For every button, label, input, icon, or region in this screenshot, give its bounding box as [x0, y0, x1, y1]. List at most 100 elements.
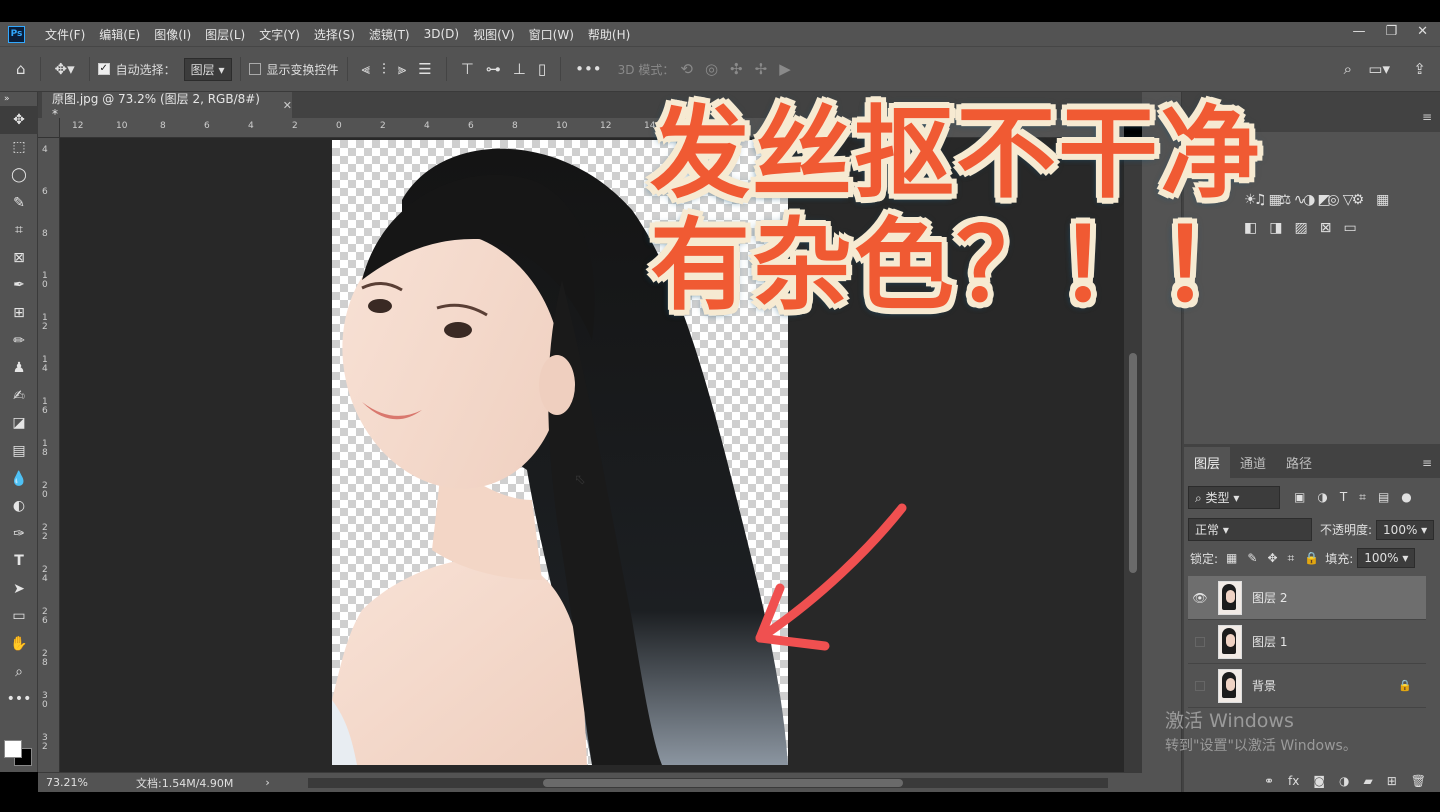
dodge-tool-icon[interactable]: ◐ — [0, 492, 38, 520]
menu-window[interactable]: 窗口(W) — [529, 26, 574, 43]
search-icon[interactable]: ⌕ — [1344, 60, 1352, 78]
add-mask-icon[interactable]: ◙ — [1313, 774, 1325, 788]
tab-paths[interactable]: 路径 — [1276, 447, 1322, 478]
foreground-color-swatch[interactable] — [4, 740, 22, 758]
more-options-icon[interactable]: ••• — [575, 60, 602, 78]
gradient-tool-icon[interactable]: ▤ — [0, 437, 38, 465]
menu-layer[interactable]: 图层(L) — [205, 26, 245, 43]
menu-image[interactable]: 图像(I) — [154, 26, 191, 43]
lasso-tool-icon[interactable]: ◯ — [0, 161, 38, 189]
distribute-vertical-icon[interactable]: ▯ — [538, 60, 546, 78]
workspace-icon[interactable]: ▭▾ — [1368, 60, 1390, 78]
menu-type[interactable]: 文字(Y) — [259, 26, 300, 43]
align-top-icon[interactable]: ⊤ — [461, 60, 474, 78]
channel-mixer-icon[interactable]: ⚙ — [1352, 192, 1365, 208]
menu-filter[interactable]: 滤镜(T) — [369, 26, 410, 43]
menu-file[interactable]: 文件(F) — [45, 26, 85, 43]
layers-panel-menu-icon[interactable]: ≡ — [1422, 456, 1432, 470]
new-adjustment-icon[interactable]: ◑ — [1339, 774, 1349, 788]
opacity-field[interactable]: 100% ▾ — [1376, 519, 1435, 540]
lock-position-icon[interactable]: ✥ — [1267, 551, 1277, 566]
share-icon[interactable]: ⇪ — [1413, 60, 1426, 78]
filter-adjustment-icon[interactable]: ◑ — [1317, 490, 1327, 505]
lock-artboard-icon[interactable]: ⌗ — [1288, 551, 1295, 566]
minimize-button[interactable]: — — [1352, 24, 1365, 39]
tab-channels[interactable]: 通道 — [1230, 447, 1276, 478]
align-left-icon[interactable]: ⫷ — [362, 60, 370, 78]
layer-row-layer-2[interactable]: 👁 图层 2 — [1188, 576, 1426, 620]
layer-row-background[interactable]: 背景 🔒 — [1188, 664, 1426, 708]
menu-help[interactable]: 帮助(H) — [588, 26, 630, 43]
horizontal-scrollbar[interactable] — [308, 778, 1108, 788]
brush-tool-icon[interactable]: ✏ — [0, 327, 38, 355]
menu-edit[interactable]: 编辑(E) — [99, 26, 140, 43]
layer-name[interactable]: 图层 2 — [1252, 589, 1287, 606]
lock-transparent-icon[interactable]: ▦ — [1226, 551, 1237, 566]
delete-layer-icon[interactable]: 🗑 — [1411, 774, 1426, 788]
blend-mode-dropdown[interactable]: 正常 ▾ — [1188, 518, 1312, 541]
zoom-level[interactable]: 73.21% — [46, 776, 126, 789]
menu-3d[interactable]: 3D(D) — [424, 27, 459, 41]
adjustments-panel-menu-icon[interactable]: ≡ — [1422, 110, 1432, 124]
lock-image-icon[interactable]: ✎ — [1247, 551, 1257, 566]
align-center-icon[interactable]: ⫶ — [382, 60, 386, 78]
new-layer-icon[interactable]: ⊞ — [1387, 774, 1397, 788]
frame-tool-icon[interactable]: ⊠ — [0, 244, 38, 272]
ruler-vertical[interactable]: 4 6 8 1 0 1 2 1 4 1 6 1 8 2 0 2 2 2 4 2 6 2 8 3 0 3 2 — [38, 138, 60, 772]
crop-tool-icon[interactable]: ⌗ — [0, 216, 38, 244]
layer-name[interactable]: 背景 — [1252, 677, 1276, 694]
lock-all-icon[interactable]: 🔒 — [1304, 551, 1319, 566]
toolbar-collapse-icon[interactable]: » — [0, 92, 38, 106]
move-tool-preset-icon[interactable]: ✥▾ — [55, 60, 75, 78]
layer-style-icon[interactable]: fx — [1288, 774, 1299, 788]
auto-select-target-dropdown[interactable]: 图层 ▾ — [183, 57, 232, 81]
vertical-scroll-thumb[interactable] — [1129, 353, 1137, 573]
close-window-button[interactable]: ✕ — [1417, 24, 1428, 39]
layer-row-layer-1[interactable]: 图层 1 — [1188, 620, 1426, 664]
blur-tool-icon[interactable]: 💧 — [0, 465, 38, 493]
align-right-icon[interactable]: ⫸ — [398, 60, 406, 78]
history-brush-tool-icon[interactable]: ✍ — [0, 382, 38, 410]
path-selection-tool-icon[interactable]: ➤ — [0, 575, 38, 603]
fill-field[interactable]: 100% ▾ — [1357, 548, 1416, 568]
rectangle-tool-icon[interactable]: ▭ — [0, 603, 38, 631]
auto-select-checkbox[interactable]: ✓ — [97, 63, 110, 75]
layer-name[interactable]: 图层 1 — [1252, 633, 1287, 650]
eraser-tool-icon[interactable]: ◪ — [0, 410, 38, 438]
color-swatches[interactable] — [2, 734, 36, 768]
align-bottom-icon[interactable]: ⊥ — [513, 60, 526, 78]
eyedropper-tool-icon[interactable]: ✒ — [0, 272, 38, 300]
pen-tool-icon[interactable]: ✑ — [0, 520, 38, 548]
close-tab-icon[interactable]: ✕ — [283, 99, 292, 112]
hand-tool-icon[interactable]: ✋ — [0, 630, 38, 658]
align-middle-icon[interactable]: ⊶ — [486, 60, 501, 78]
restore-button[interactable]: ❐ — [1385, 24, 1397, 39]
move-tool-icon[interactable]: ✥ — [0, 106, 38, 134]
filter-pixel-icon[interactable]: ▣ — [1294, 490, 1305, 505]
visibility-toggle-box[interactable] — [1195, 680, 1205, 691]
healing-brush-tool-icon[interactable]: ⊞ — [0, 299, 38, 327]
link-layers-icon[interactable]: ⚭ — [1264, 774, 1274, 788]
menu-view[interactable]: 视图(V) — [473, 26, 515, 43]
clone-stamp-tool-icon[interactable]: ♟ — [0, 354, 38, 382]
visibility-eye-icon[interactable]: 👁 — [1188, 591, 1212, 605]
color-lookup-icon[interactable]: ▦ — [1376, 192, 1389, 208]
filter-toggle-icon[interactable]: ● — [1401, 490, 1411, 505]
show-transform-checkbox[interactable] — [248, 63, 261, 75]
marquee-tool-icon[interactable]: ⬚ — [0, 134, 38, 162]
new-group-icon[interactable]: ▰ — [1363, 774, 1372, 788]
distribute-icon[interactable]: ☰ — [418, 60, 431, 78]
tab-layers[interactable]: 图层 — [1184, 447, 1231, 478]
zoom-tool-icon[interactable]: ⌕ — [0, 658, 38, 686]
filter-shape-icon[interactable]: ⌗ — [1359, 490, 1366, 505]
status-expand-icon[interactable]: › — [265, 776, 269, 789]
filter-smart-icon[interactable]: ▤ — [1378, 490, 1389, 505]
menu-select[interactable]: 选择(S) — [314, 26, 355, 43]
type-tool-icon[interactable]: T — [0, 548, 38, 576]
visibility-toggle-box[interactable] — [1195, 636, 1205, 647]
edit-toolbar-icon[interactable]: ••• — [0, 685, 38, 713]
filter-type-icon[interactable]: T — [1340, 490, 1347, 505]
document-tab[interactable]: 原图.jpg @ 73.2% (图层 2, RGB/8#) * ✕ — [42, 92, 292, 121]
horizontal-scroll-thumb[interactable] — [543, 779, 903, 787]
layer-filter-dropdown[interactable]: ⌕ 类型 ▾ — [1188, 486, 1280, 509]
